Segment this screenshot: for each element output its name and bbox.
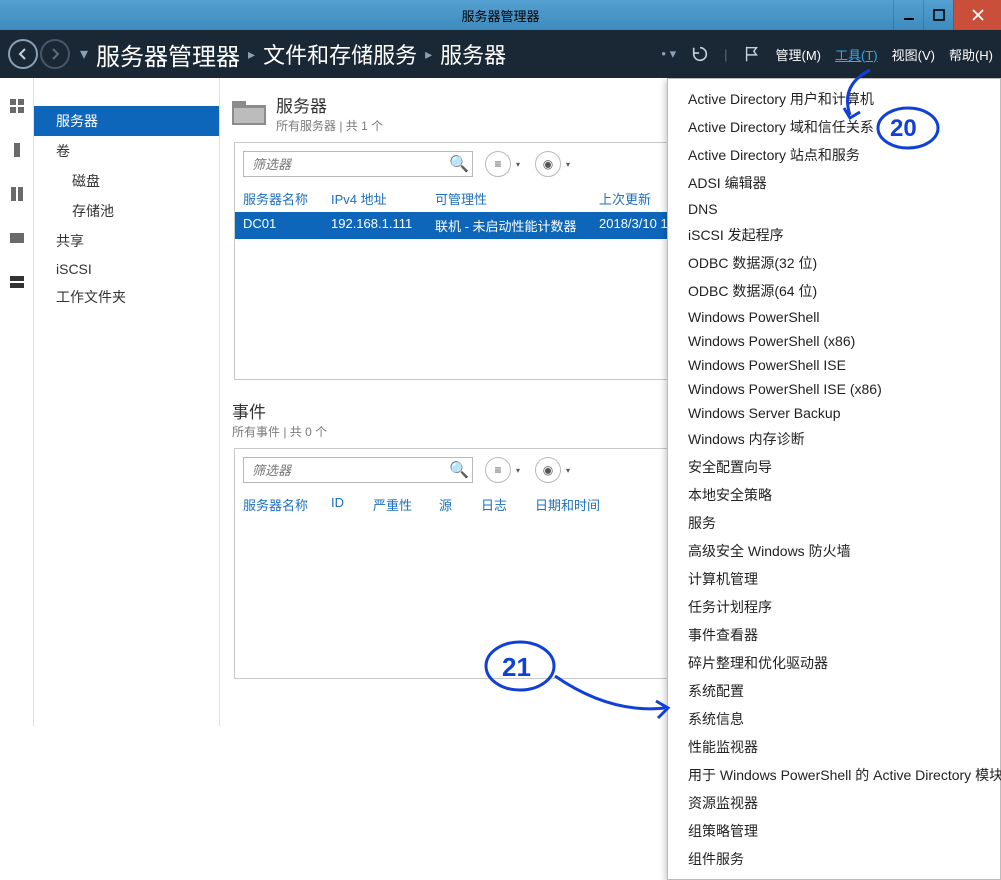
flag-icon[interactable] xyxy=(742,44,762,64)
tools-menu-item[interactable]: 碎片整理和优化驱动器 xyxy=(668,649,1000,677)
events-filter-input[interactable] xyxy=(244,463,446,478)
sidebar-item[interactable]: 卷 xyxy=(34,136,219,166)
sidebar-item[interactable]: 磁盘 xyxy=(34,166,219,196)
tools-dropdown: Active Directory 用户和计算机Active Directory … xyxy=(667,78,1001,880)
window-titlebar: 服务器管理器 xyxy=(0,0,1001,30)
sidebar-item[interactable]: iSCSI xyxy=(34,256,219,282)
save-options-button[interactable]: ◉ xyxy=(535,457,561,483)
tools-menu-item[interactable]: Windows 内存诊断 xyxy=(668,425,1000,453)
tools-menu-item[interactable]: ODBC 数据源(32 位) xyxy=(668,249,1000,277)
tools-menu-item[interactable]: 事件查看器 xyxy=(668,621,1000,649)
servers-title: 服务器 xyxy=(276,92,383,117)
col-datetime[interactable]: 日期和时间 xyxy=(535,495,600,514)
menu-manage[interactable]: 管理(M) xyxy=(776,45,822,64)
tools-menu-item[interactable]: 性能监视器 xyxy=(668,733,1000,761)
menu-view[interactable]: 视图(V) xyxy=(892,45,935,64)
tools-menu-item[interactable]: iSCSI 发起程序 xyxy=(668,221,1000,249)
row-manage: 联机 - 未启动性能计数器 xyxy=(435,216,581,235)
servers-folder-icon xyxy=(232,99,266,127)
window-title: 服务器管理器 xyxy=(461,6,539,25)
minimize-button[interactable] xyxy=(893,0,923,30)
sidebar-item[interactable]: 存储池 xyxy=(34,196,219,226)
sidebar: 服务器卷磁盘存储池共享iSCSI工作文件夹 xyxy=(34,78,220,726)
tools-menu-item[interactable]: 用于 Windows PowerShell 的 Active Directory… xyxy=(668,761,1000,789)
tools-menu-item[interactable]: 资源监视器 xyxy=(668,789,1000,817)
icon-rail xyxy=(0,78,34,726)
tools-menu-item[interactable]: 高级安全 Windows 防火墙 xyxy=(668,537,1000,565)
tools-menu-item[interactable]: Windows PowerShell xyxy=(668,305,1000,329)
col-log[interactable]: 日志 xyxy=(481,495,517,514)
search-icon[interactable]: 🔍 xyxy=(446,460,472,480)
tools-menu-item[interactable]: 组策略管理 xyxy=(668,817,1000,845)
breadcrumb-part[interactable]: 服务器 xyxy=(440,38,506,70)
rail-all-servers-icon[interactable] xyxy=(7,184,27,204)
close-button[interactable] xyxy=(953,0,1001,30)
sidebar-item[interactable]: 工作文件夹 xyxy=(34,282,219,312)
tools-menu-item[interactable]: 安全配置向导 xyxy=(668,453,1000,481)
chevron-right-icon: ▸ xyxy=(425,46,432,63)
col-server-name[interactable]: 服务器名称 xyxy=(243,495,313,514)
tools-menu-item[interactable]: DNS xyxy=(668,197,1000,221)
col-server-name[interactable]: 服务器名称 xyxy=(243,189,313,208)
col-id[interactable]: ID xyxy=(331,495,355,514)
tools-menu-item[interactable]: Windows Server Backup xyxy=(668,401,1000,425)
tools-menu-item[interactable]: 任务计划程序 xyxy=(668,593,1000,621)
back-button[interactable] xyxy=(8,39,38,69)
col-severity[interactable]: 严重性 xyxy=(373,495,421,514)
rail-file-storage-icon[interactable] xyxy=(7,272,27,292)
tools-menu-item[interactable]: 系统配置 xyxy=(668,677,1000,705)
tools-menu-item[interactable]: 计算机管理 xyxy=(668,565,1000,593)
sidebar-item[interactable]: 共享 xyxy=(34,226,219,256)
servers-filter-input[interactable] xyxy=(244,157,446,172)
sidebar-item[interactable]: 服务器 xyxy=(34,106,219,136)
dropdown-icon[interactable]: ▾ xyxy=(80,44,88,64)
tools-menu-item[interactable]: 组件服务 xyxy=(668,845,1000,873)
rail-dashboard-icon[interactable] xyxy=(7,96,27,116)
col-source[interactable]: 源 xyxy=(439,495,463,514)
breadcrumb: 服务器管理器 ▸ 文件和存储服务 ▸ 服务器 xyxy=(96,37,506,72)
tools-menu-item[interactable]: Active Directory 域和信任关系 xyxy=(668,113,1000,141)
tools-menu-item[interactable]: 服务 xyxy=(668,509,1000,537)
header-bar: ▾ 服务器管理器 ▸ 文件和存储服务 ▸ 服务器 • ▾ | 管理(M) 工具(… xyxy=(0,30,1001,78)
tools-menu-item[interactable]: ADSI 编辑器 xyxy=(668,169,1000,197)
search-icon[interactable]: 🔍 xyxy=(446,154,472,174)
menu-help[interactable]: 帮助(H) xyxy=(949,45,993,64)
rail-local-server-icon[interactable] xyxy=(7,140,27,160)
forward-button[interactable] xyxy=(40,39,70,69)
tools-menu-item[interactable]: 本地安全策略 xyxy=(668,481,1000,509)
list-options-button[interactable]: ≡ xyxy=(485,457,511,483)
breadcrumb-part[interactable]: 服务器管理器 xyxy=(96,37,240,72)
col-manageability[interactable]: 可管理性 xyxy=(435,189,581,208)
row-name: DC01 xyxy=(243,216,313,235)
servers-subtitle: 所有服务器 | 共 1 个 xyxy=(276,117,383,134)
tools-menu-item[interactable]: Windows PowerShell (x86) xyxy=(668,329,1000,353)
row-ip: 192.168.1.111 xyxy=(331,216,417,235)
refresh-icon[interactable] xyxy=(690,44,710,64)
list-options-button[interactable]: ≡ xyxy=(485,151,511,177)
rail-addds-icon[interactable] xyxy=(7,228,27,248)
col-ipv4[interactable]: IPv4 地址 xyxy=(331,189,417,208)
dropdown-icon[interactable]: • ▾ xyxy=(661,46,676,62)
breadcrumb-part[interactable]: 文件和存储服务 xyxy=(263,38,417,70)
menu-tools[interactable]: 工具(T) xyxy=(835,45,878,64)
chevron-right-icon: ▸ xyxy=(248,46,255,63)
maximize-button[interactable] xyxy=(923,0,953,30)
tools-menu-item[interactable]: 系统信息 xyxy=(668,705,1000,733)
tools-menu-item[interactable]: Windows PowerShell ISE xyxy=(668,353,1000,377)
tools-menu-item[interactable]: Active Directory 站点和服务 xyxy=(668,141,1000,169)
tools-menu-item[interactable]: Active Directory 用户和计算机 xyxy=(668,85,1000,113)
tools-menu-item[interactable]: ODBC 数据源(64 位) xyxy=(668,277,1000,305)
tools-menu-item[interactable]: Windows PowerShell ISE (x86) xyxy=(668,377,1000,401)
save-options-button[interactable]: ◉ xyxy=(535,151,561,177)
